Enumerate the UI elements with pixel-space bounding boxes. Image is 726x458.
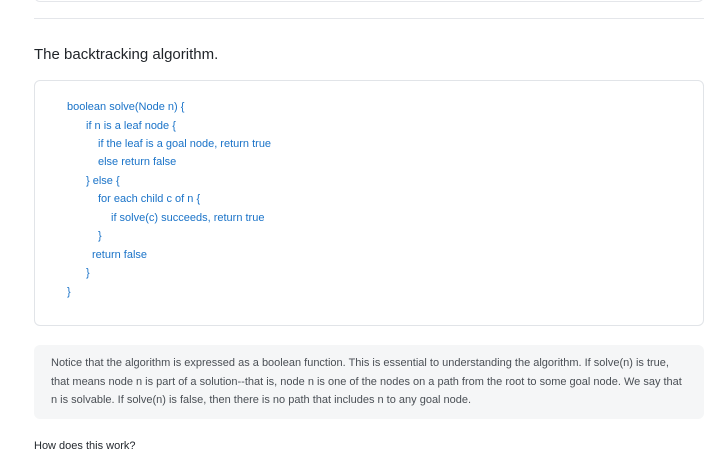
note-box: Notice that the algorithm is expressed a…: [34, 345, 704, 419]
code-line: for each child c of n {: [98, 193, 201, 205]
code-line: }: [98, 230, 102, 242]
code-line: if n is a leaf node {: [86, 120, 176, 132]
section-heading: The backtracking algorithm.: [34, 46, 219, 63]
note-text: Notice that the algorithm is expressed a…: [51, 357, 682, 406]
code-line: if the leaf is a goal node, return true: [98, 138, 272, 150]
code-line: return false: [92, 249, 148, 261]
previous-card-edge: [34, 0, 704, 2]
code-block: boolean solve(Node n) { if n is a leaf n…: [34, 80, 704, 326]
code-line: boolean solve(Node n) {: [67, 101, 185, 113]
code-line: } else {: [86, 175, 120, 187]
question-text: How does this work?: [34, 440, 136, 452]
section-divider: [34, 18, 704, 19]
code-line: if solve(c) succeeds, return true: [111, 212, 265, 224]
code-line: }: [67, 286, 71, 298]
code-line: }: [86, 267, 90, 279]
code-line: else return false: [98, 156, 177, 168]
